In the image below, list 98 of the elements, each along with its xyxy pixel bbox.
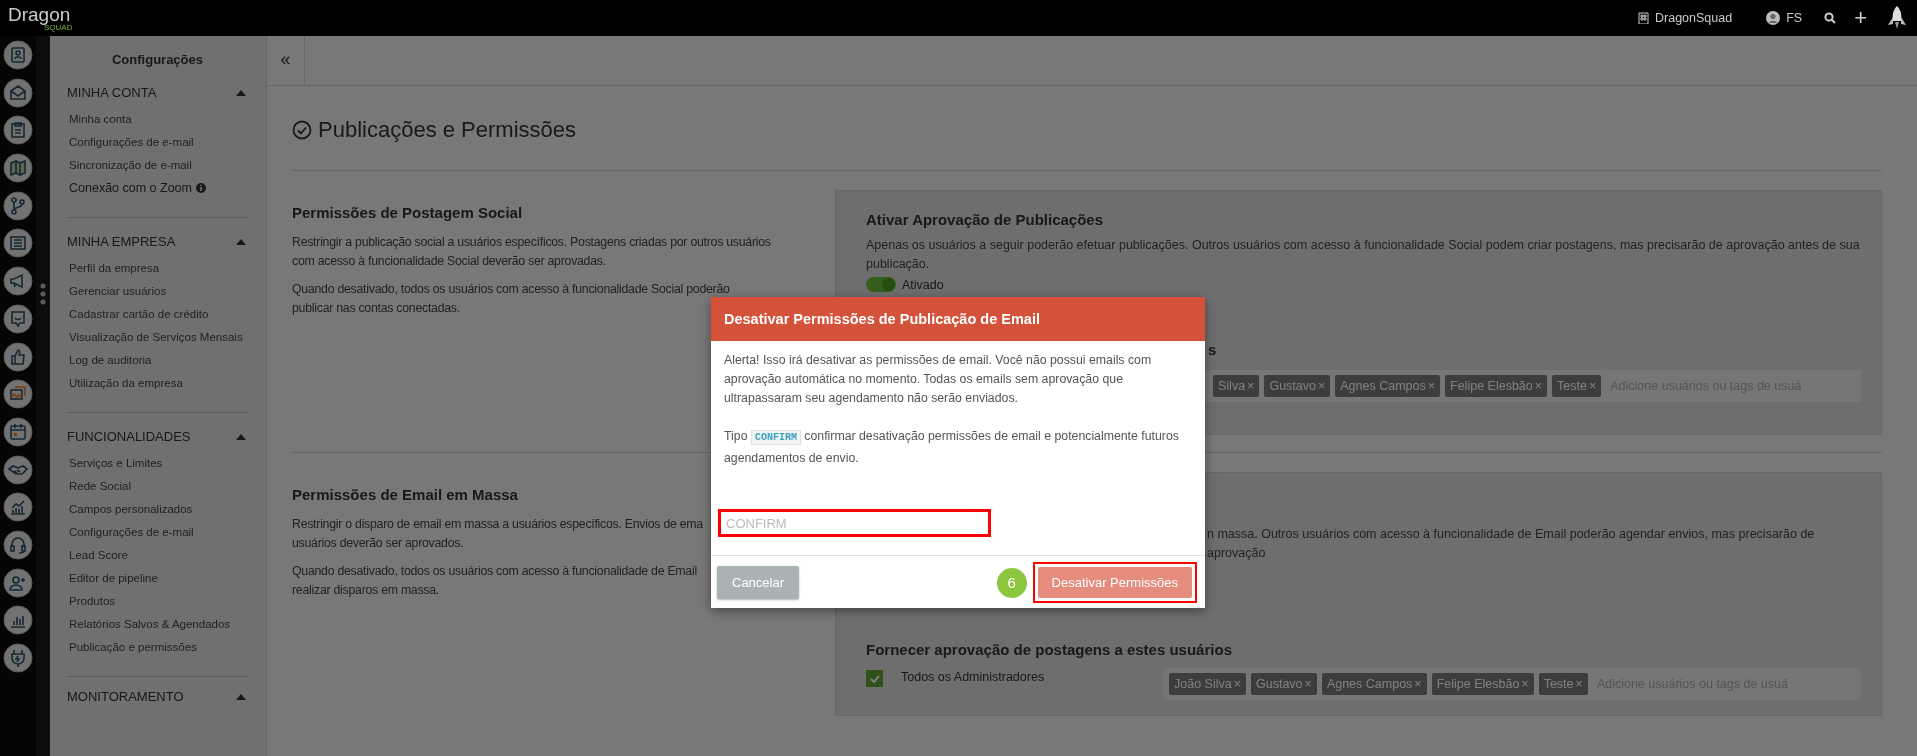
section-heading[interactable]: MINHA EMPRESA	[67, 234, 176, 249]
sidebar-title: Configurações	[111, 51, 204, 69]
sidebar-link[interactable]: Configurações de e-mail	[69, 525, 194, 539]
tag-label: Felipe Elesbão	[1436, 677, 1520, 691]
sidebar-link[interactable]: Produtos	[69, 594, 116, 608]
remove-tag-button[interactable]: ×	[1233, 677, 1241, 691]
remove-tag-button[interactable]: ×	[1534, 379, 1543, 393]
remove-tag-button[interactable]: ×	[1427, 379, 1436, 393]
deactivate-button[interactable]: Desativar Permissões	[1037, 567, 1192, 598]
sidebar-link[interactable]: Perfil da empresa	[69, 261, 160, 275]
branch-icon[interactable]	[3, 190, 33, 221]
building-icon	[1638, 12, 1649, 24]
confirm-input[interactable]: CONFIRM	[718, 509, 991, 537]
toggle-switch[interactable]	[866, 277, 896, 292]
company-name[interactable]: DragonSquad	[1655, 11, 1733, 25]
sidebar-link[interactable]: Rede Social	[69, 479, 131, 493]
sidebar-link[interactable]: Sincronização de e-mail	[69, 158, 192, 172]
remove-tag-button[interactable]: ×	[1317, 379, 1326, 393]
useradd-icon[interactable]	[3, 567, 33, 598]
instruction-text: Tipo CONFIRM confirmar desativação permissões de email e potencialmente futuros agendamentos de envio.	[724, 428, 1180, 467]
headset-icon[interactable]	[3, 529, 33, 560]
add-button[interactable]: +	[1854, 8, 1867, 28]
sidebar-link[interactable]: Campos personalizados	[69, 502, 193, 516]
remove-tag-button[interactable]: ×	[1247, 379, 1255, 393]
user-initials[interactable]: FS	[1786, 11, 1803, 25]
description-text: Quando desativado, todos os usuários com acesso à funcionalidade de Email realizar disparos em massa.	[292, 563, 697, 599]
checkbox-label: Todos os Administradores	[901, 670, 1045, 684]
tag-label: Agnes Campos	[1326, 677, 1413, 691]
section-heading[interactable]: MINHA CONTA	[67, 85, 157, 100]
panel-subheading: s	[1208, 341, 1218, 358]
sidebar-link[interactable]: Minha conta	[69, 112, 132, 126]
sidebar-link[interactable]: Lead Score	[69, 548, 128, 562]
sidebar-link[interactable]: Relatórios Salvos & Agendados	[69, 617, 231, 631]
cancel-button[interactable]: Cancelar	[717, 566, 800, 599]
section-heading: Permissões de Email em Massa	[292, 486, 519, 503]
mail-icon[interactable]	[3, 77, 33, 108]
page-title: Publicações e Permissões	[318, 116, 576, 144]
description-text: Restringir a publicação social a usuários específicos. Postagens criadas por outros usuários com acesso à funcionalidade Social deverão ser aprovadas.	[292, 234, 771, 270]
sidebar-link[interactable]: Utilização da empresa	[69, 376, 183, 390]
tag-label: Felipe Elesbão	[1450, 379, 1533, 393]
caret-up-icon[interactable]	[236, 89, 246, 96]
megaphone-icon[interactable]	[3, 266, 33, 297]
tag-label: Agnes Campos	[1340, 379, 1426, 393]
step-badge: 6	[996, 567, 1027, 598]
section-heading[interactable]: MONITORAMENTO	[67, 689, 184, 704]
description-text: Restringir o disparo de email em massa a usuários específicos. Envios de ema usuários deverão ser aprovados.	[292, 516, 703, 552]
search-icon[interactable]	[1824, 12, 1837, 24]
checkbox[interactable]	[866, 670, 883, 687]
image-icon[interactable]	[3, 379, 33, 410]
bars-icon[interactable]	[3, 605, 33, 636]
panel-subheading: Fornecer aprovação de postagens a estes usuários	[866, 641, 1233, 658]
logo-text: Dragon	[8, 4, 71, 24]
sidebar-link[interactable]: Cadastrar cartão de crédito	[69, 307, 209, 321]
caret-up-icon[interactable]	[236, 433, 246, 440]
chat-icon[interactable]	[3, 303, 33, 334]
tag-label: Teste	[1557, 379, 1587, 393]
tag-label: Silva	[1218, 379, 1246, 393]
panel-description: n massa. Outros usuários com acesso à funcionalidade de Email poderão agendar envios, mas precisarão de aprovação	[1207, 526, 1816, 562]
clipboard-icon[interactable]	[3, 115, 33, 146]
toggle-label: Ativado	[902, 277, 944, 292]
info-icon	[196, 183, 206, 193]
map-icon[interactable]	[3, 153, 33, 184]
tag-label: Gustavo	[1256, 677, 1303, 691]
alert-text: Alerta! Isso irá desativar as permissões de email. Você não possui emails com aprovação automática no momento. Todas os emails sem aprovação que ultrapassaram seu agendamento não serão enviados.	[724, 352, 1153, 407]
sidebar-link[interactable]: Configurações de e-mail	[69, 135, 194, 149]
section-heading: Permissões de Postagem Social	[292, 204, 524, 221]
remove-tag-button[interactable]: ×	[1521, 677, 1529, 691]
section-heading[interactable]: FUNCIONALIDADES	[67, 429, 191, 444]
sidebar-link[interactable]: Gerenciar usuários	[69, 284, 167, 298]
tag-label: Gustavo	[1269, 379, 1316, 393]
sidebar-link[interactable]: Visualização de Serviços Mensais	[69, 330, 243, 344]
panel-title: Ativar Aprovação de Publicações	[866, 211, 1105, 228]
calendar-icon[interactable]	[3, 416, 33, 447]
remove-tag-button[interactable]: ×	[1414, 677, 1422, 691]
sidebar-link[interactable]: Publicação e permissões	[69, 640, 197, 654]
trend-icon[interactable]	[3, 492, 33, 523]
collapse-button[interactable]: «	[267, 36, 305, 85]
sidebar-link[interactable]: Serviços e Limites	[69, 456, 163, 470]
sidebar-link[interactable]: Log de auditoria	[69, 353, 152, 367]
sidebar-link[interactable]: Conexão com o Zoom	[69, 181, 192, 195]
tag-label: Teste	[1543, 677, 1574, 691]
contact-icon[interactable]	[3, 40, 33, 70]
hands-icon[interactable]	[3, 454, 33, 485]
avatar-icon[interactable]	[1766, 11, 1781, 25]
remove-tag-button[interactable]: ×	[1575, 677, 1583, 691]
caret-up-icon[interactable]	[236, 693, 246, 700]
sidebar-link[interactable]: Editor de pipeline	[69, 571, 158, 585]
caret-up-icon[interactable]	[236, 238, 246, 245]
list-icon[interactable]	[3, 228, 33, 259]
drag-handle-icon[interactable]	[40, 282, 46, 305]
plug-icon[interactable]	[3, 643, 33, 673]
panel-description: Apenas os usuários a seguir poderão efetuar publicações. Outros usuários com acesso à funcionalidade Social podem criar postagens, mas precisarão de aprovação antes de sua publicação.	[866, 237, 1861, 273]
tag-label: João Silva	[1174, 677, 1232, 691]
code-chip: CONFIRM	[750, 430, 801, 445]
check-circle-icon	[292, 120, 312, 140]
remove-tag-button[interactable]: ×	[1304, 677, 1312, 691]
remove-tag-button[interactable]: ×	[1588, 379, 1597, 393]
thumb-icon[interactable]	[3, 341, 33, 372]
